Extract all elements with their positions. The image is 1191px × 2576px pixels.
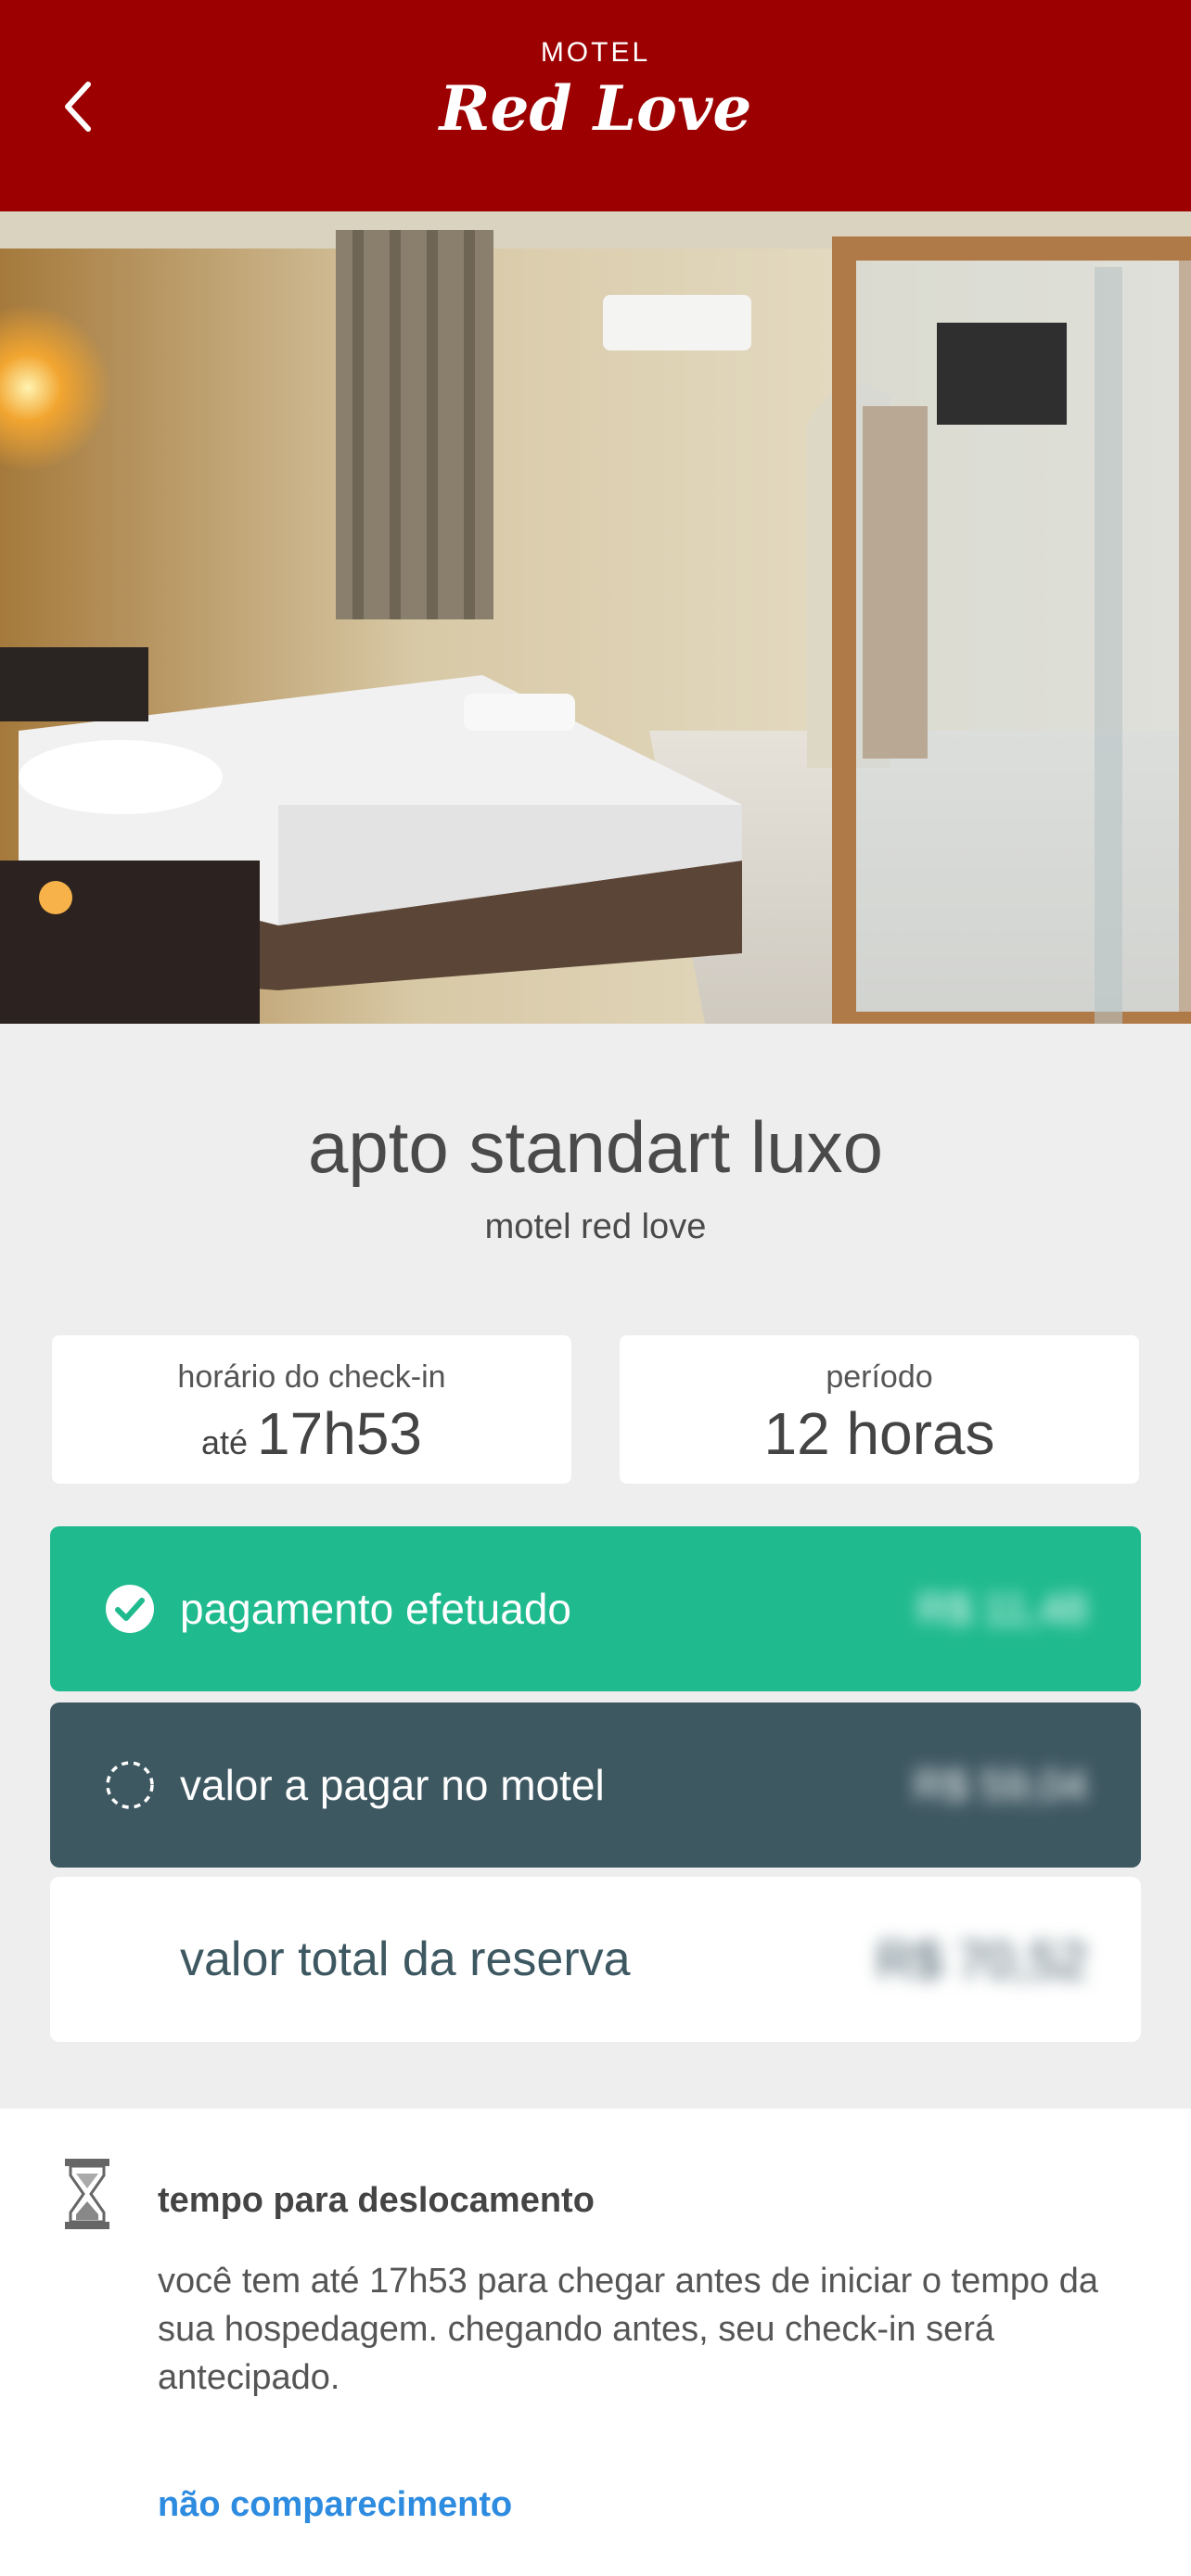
logo-small-text: MOTEL <box>540 37 651 68</box>
payment-made-label: pagamento efetuado <box>180 1585 572 1633</box>
check-circle-icon <box>106 1585 154 1633</box>
period-label: período <box>826 1359 933 1395</box>
no-show-link[interactable]: não comparecimento <box>158 2485 512 2525</box>
amount-due-label: valor a pagar no motel <box>180 1761 605 1809</box>
booking-summary: apto standart luxo motel red love horári… <box>0 1024 1191 2109</box>
total-row: valor total da reserva R$ 70,52 <box>50 1877 1141 2042</box>
room-subtitle: motel red love <box>484 1207 707 1246</box>
checkin-card: horário do check-in até 17h53 <box>52 1335 571 1484</box>
motel-logo: MOTEL Red Love <box>0 37 1191 145</box>
travel-title: tempo para deslocamento <box>158 2181 595 2220</box>
room-photo <box>0 211 1191 1024</box>
room-title: apto standart luxo <box>307 1106 884 1188</box>
period-value: 12 horas <box>763 1400 995 1467</box>
amount-due-amount: R$ 59,04 <box>914 1761 1087 1809</box>
checkin-prefix: até <box>200 1423 249 1461</box>
total-label: valor total da reserva <box>180 1932 631 1986</box>
dashed-circle-icon <box>106 1761 154 1809</box>
checkin-time: 17h53 <box>257 1400 422 1467</box>
checkin-value-wrap: até 17h53 <box>52 1399 571 1468</box>
travel-text: você tem até 17h53 para chegar antes de … <box>158 2262 1098 2397</box>
total-amount: R$ 70,52 <box>876 1930 1087 1989</box>
travel-info: tempo para deslocamento você tem até 17h… <box>0 2109 1191 2576</box>
payment-made-row: pagamento efetuado R$ 11,48 <box>50 1526 1141 1691</box>
checkin-label: horário do check-in <box>177 1359 446 1395</box>
hourglass-icon <box>65 2159 109 2229</box>
logo-main-text: Red Love <box>439 72 752 145</box>
app-header: MOTEL Red Love <box>0 0 1191 211</box>
period-card: período 12 horas <box>620 1335 1139 1484</box>
payment-made-amount: R$ 11,48 <box>916 1585 1087 1633</box>
amount-due-row: valor a pagar no motel R$ 59,04 <box>50 1702 1141 1868</box>
